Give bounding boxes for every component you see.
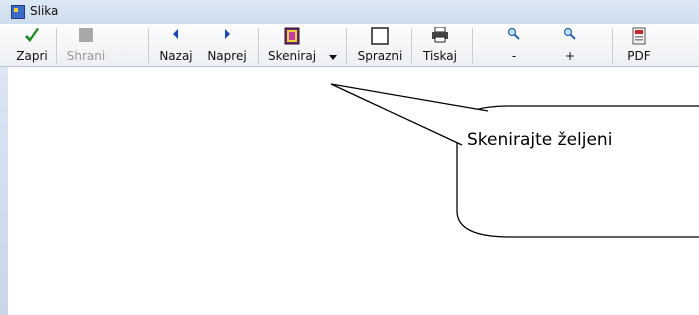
callout-bubble: [330, 83, 699, 238]
callout-text: Skenirajte željeni: [467, 130, 613, 150]
